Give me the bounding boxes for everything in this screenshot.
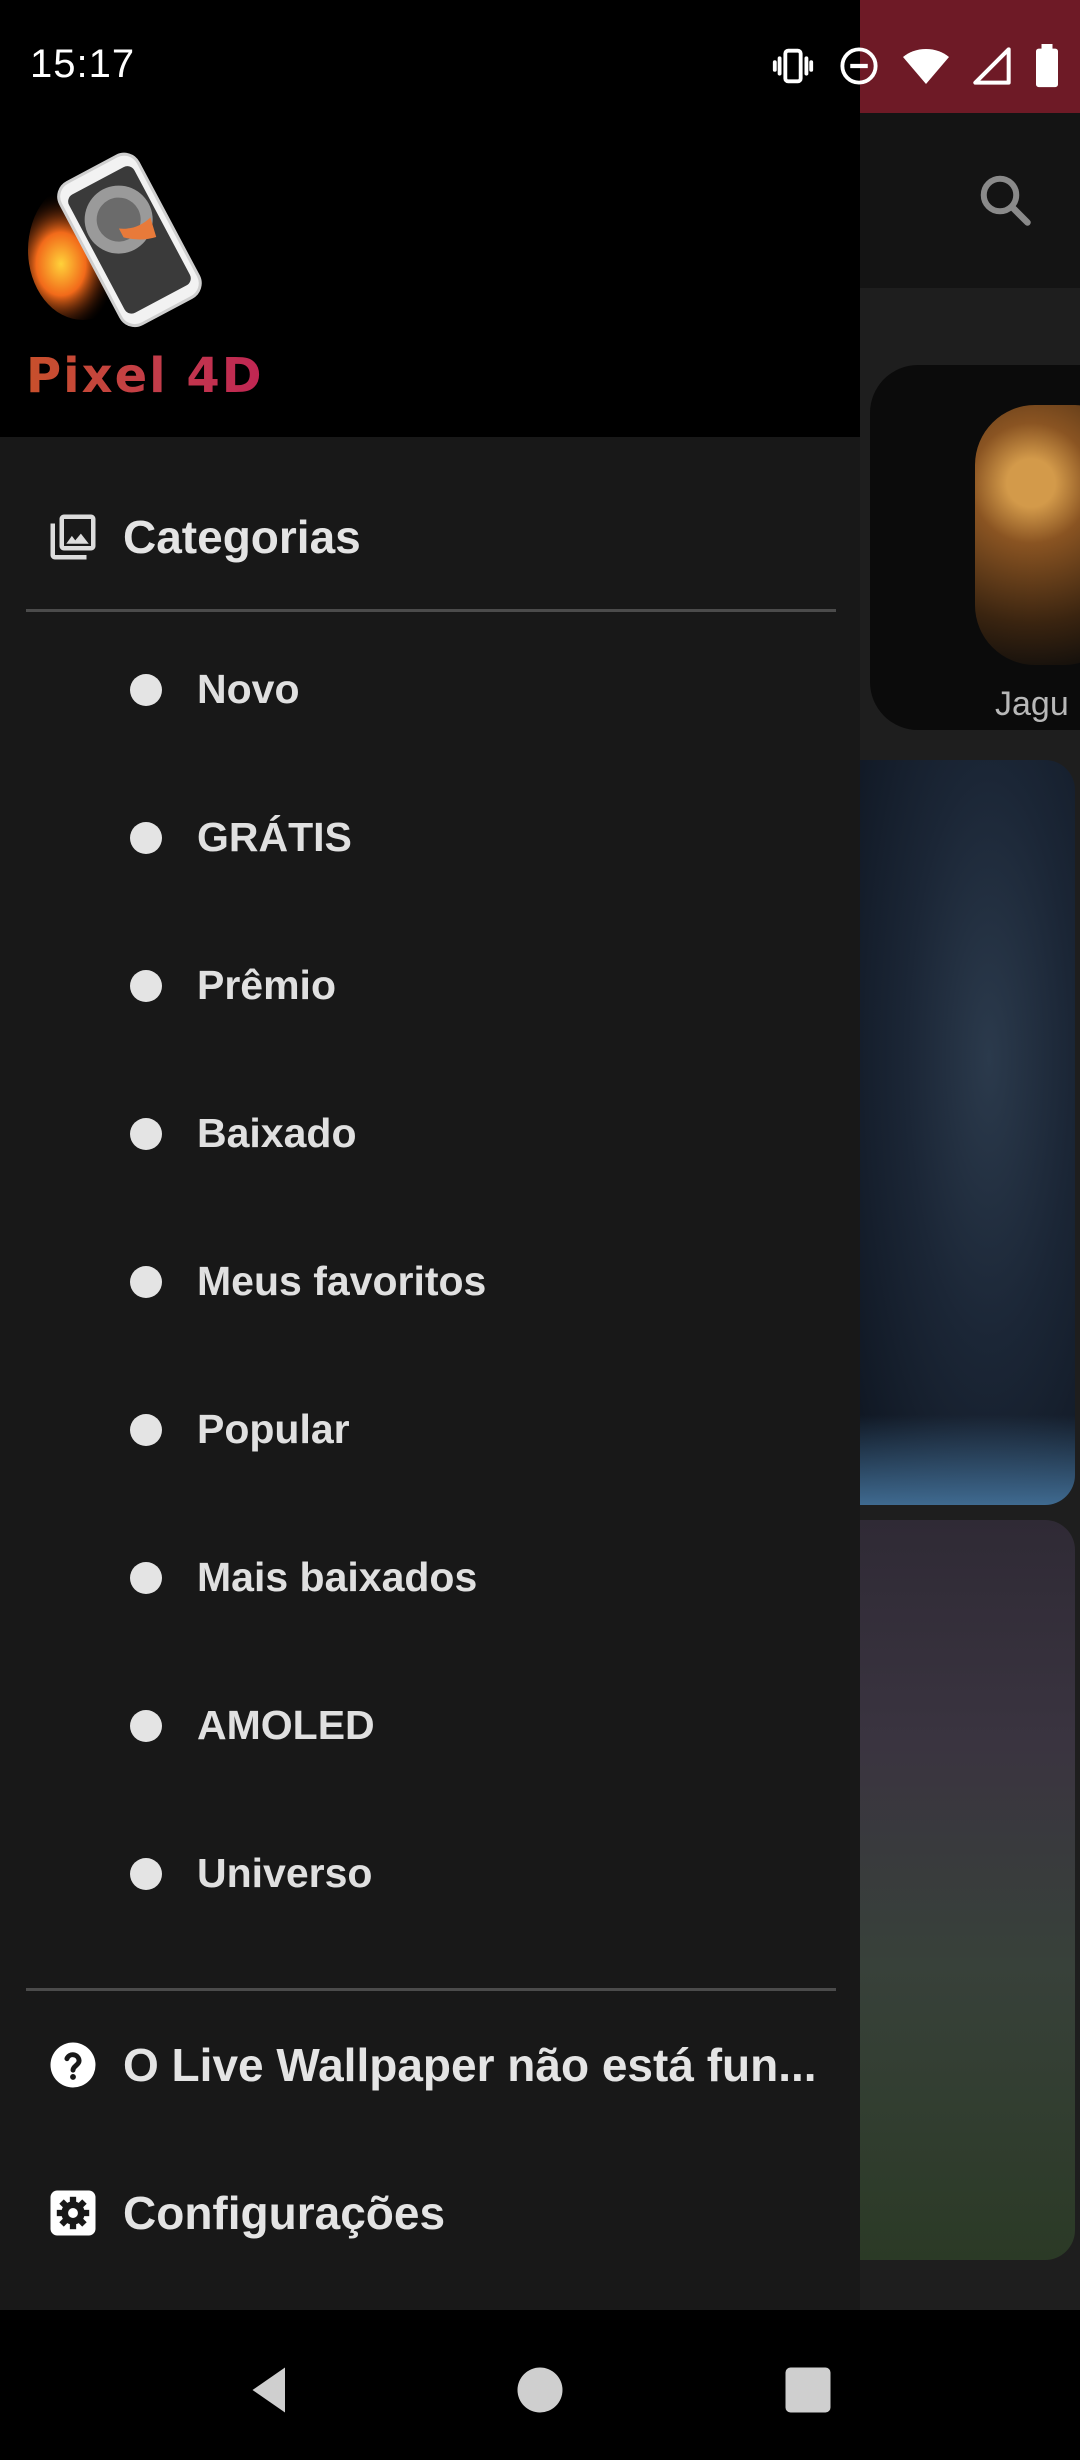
category-item-popular[interactable]: Popular xyxy=(0,1352,860,1500)
category-label: Meus favoritos xyxy=(197,1258,487,1304)
category-label: Baixado xyxy=(197,1110,357,1156)
categories-header-label: Categorias xyxy=(123,511,361,563)
category-item-gratis[interactable]: GRÁTIS xyxy=(0,760,860,908)
category-item-amoled[interactable]: AMOLED xyxy=(0,1648,860,1796)
app-name-logo: Pixel 4D xyxy=(26,348,264,404)
bullet-icon xyxy=(130,1710,162,1742)
category-item-meus-favoritos[interactable]: Meus favoritos xyxy=(0,1204,860,1352)
wallpaper-card-label: Jagu xyxy=(995,685,1069,723)
category-label: Novo xyxy=(197,666,300,712)
settings-menu-label: Configurações xyxy=(123,2187,446,2239)
search-icon[interactable] xyxy=(975,170,1035,230)
categories-header: Categorias xyxy=(0,482,860,592)
category-label: AMOLED xyxy=(197,1702,375,1748)
bullet-icon xyxy=(130,970,162,1002)
wallpaper-card-night[interactable] xyxy=(860,760,1075,1505)
wifi-icon xyxy=(903,49,949,84)
category-label: Mais baixados xyxy=(197,1554,478,1600)
help-menu-item[interactable]: O Live Wallpaper não está fun... xyxy=(0,2010,860,2120)
battery-icon xyxy=(1036,44,1058,88)
status-icons xyxy=(770,42,1060,90)
system-navigation-bar xyxy=(0,2310,1080,2460)
category-item-universo[interactable]: Universo xyxy=(0,1796,860,1944)
bullet-icon xyxy=(130,822,162,854)
do-not-disturb-icon xyxy=(840,47,878,85)
bullet-icon xyxy=(130,1118,162,1150)
bullet-icon xyxy=(130,1562,162,1594)
help-icon xyxy=(50,2042,96,2088)
bullet-icon xyxy=(130,674,162,706)
recents-icon[interactable] xyxy=(778,2360,838,2420)
bullet-icon xyxy=(130,1266,162,1298)
app-logo-icon xyxy=(28,152,202,328)
status-time: 15:17 xyxy=(30,42,136,86)
category-label: Universo xyxy=(197,1850,373,1896)
category-list: Novo GRÁTIS Prêmio Baixado Meus favorito… xyxy=(0,612,860,1944)
bullet-icon xyxy=(130,1414,162,1446)
home-icon[interactable] xyxy=(510,2360,570,2420)
category-label: Prêmio xyxy=(197,962,336,1008)
help-menu-label: O Live Wallpaper não está fun... xyxy=(123,2039,817,2091)
jaguar-thumbnail xyxy=(975,405,1080,665)
settings-menu-item[interactable]: Configurações xyxy=(0,2158,860,2268)
category-item-mais-baixados[interactable]: Mais baixados xyxy=(0,1500,860,1648)
bullet-icon xyxy=(130,1858,162,1890)
signal-icon xyxy=(973,47,1011,85)
navigation-drawer: Pixel 4D Categorias Novo GRÁTIS Prêmio B… xyxy=(0,0,860,2310)
category-item-baixado[interactable]: Baixado xyxy=(0,1056,860,1204)
category-item-novo[interactable]: Novo xyxy=(0,612,860,760)
category-label: Popular xyxy=(197,1406,350,1452)
gear-icon xyxy=(50,2190,96,2236)
photo-library-icon xyxy=(50,514,96,560)
divider xyxy=(26,1988,836,1991)
vibrate-icon xyxy=(772,48,814,84)
category-item-premio[interactable]: Prêmio xyxy=(0,908,860,1056)
wallpaper-card-forest[interactable] xyxy=(860,1520,1075,2260)
wallpaper-card-jaguar[interactable]: Jagu xyxy=(870,365,1080,730)
back-icon[interactable] xyxy=(240,2360,300,2420)
category-label: GRÁTIS xyxy=(197,814,352,860)
